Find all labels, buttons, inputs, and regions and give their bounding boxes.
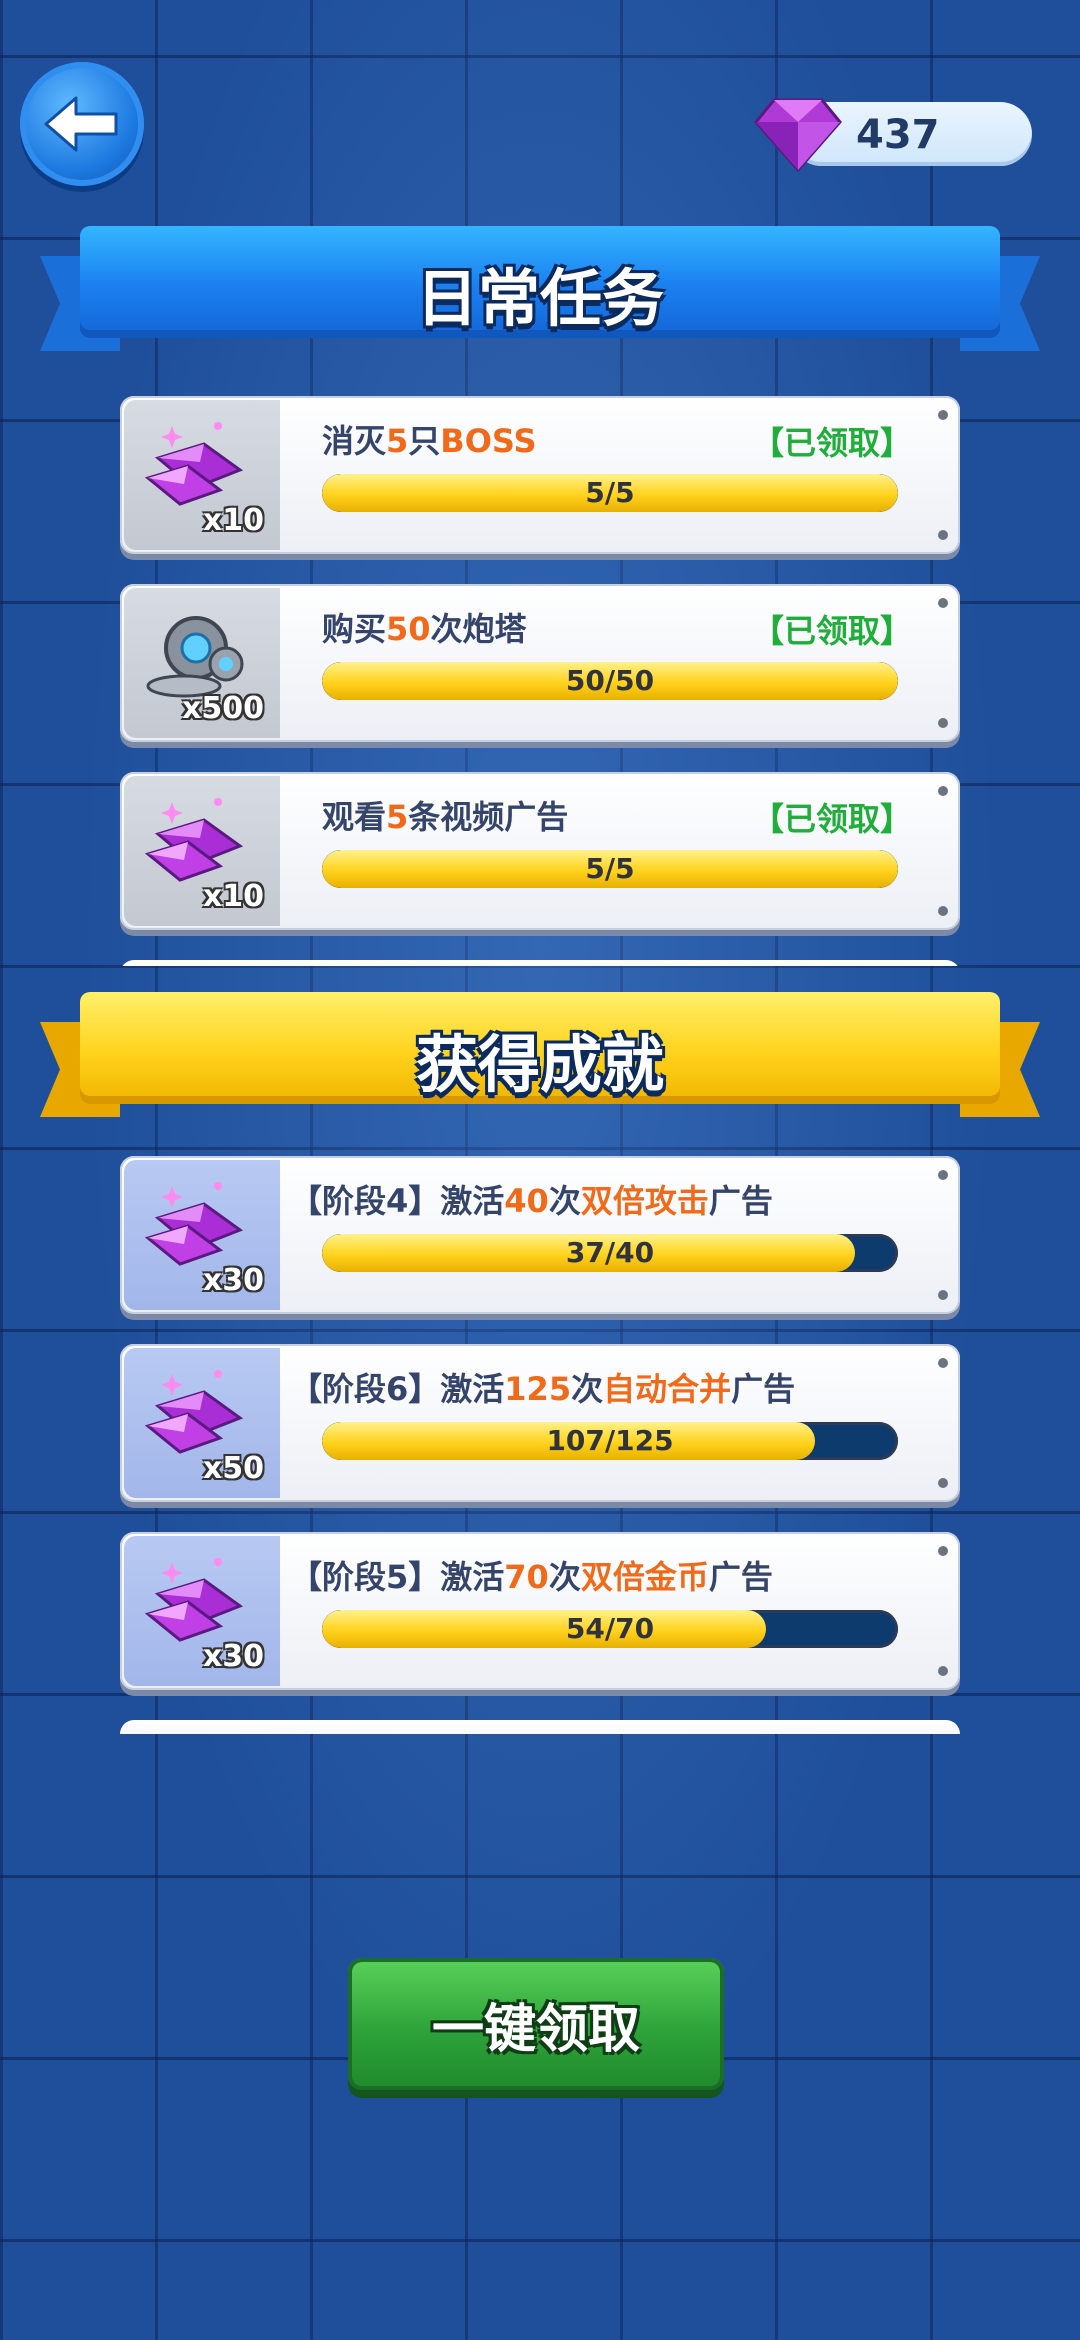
progress-text: 54/70 xyxy=(565,1612,655,1645)
reward-box: x10 xyxy=(124,400,280,550)
reward-quantity: x10 xyxy=(202,879,264,914)
progress-bar: 5/5 xyxy=(322,474,898,512)
label-highlight: BOSS xyxy=(440,422,537,460)
achievement-card[interactable]: x30 【阶段5】激活70次双倍金币广告 54/70 xyxy=(120,1532,960,1690)
label-text: 广告 xyxy=(708,1558,773,1596)
reward-box: x30 xyxy=(124,1536,280,1686)
label-text: 只 xyxy=(408,422,441,460)
label-text: 消灭 xyxy=(322,422,387,460)
progress-text: 50/50 xyxy=(565,664,655,697)
task-label: 【阶段5】激活70次双倍金币广告 xyxy=(290,1552,773,1598)
label-highlight: 70 xyxy=(504,1558,549,1596)
achievement-card[interactable]: x50 【阶段6】激活125次自动合并广告 107/125 xyxy=(120,1344,960,1502)
progress-text: 5/5 xyxy=(585,476,635,509)
label-highlight: 5 xyxy=(386,422,409,460)
label-text: 条视频广告 xyxy=(408,798,569,836)
label-text: 广告 xyxy=(708,1182,773,1220)
task-label: 【阶段4】激活40次双倍攻击广告 xyxy=(290,1176,773,1222)
gem-icon xyxy=(754,98,842,172)
label-highlight: 双倍攻击 xyxy=(580,1182,709,1220)
claimed-status: 【已领取】 xyxy=(751,424,912,462)
reward-box: x10 xyxy=(124,776,280,926)
progress-text: 37/40 xyxy=(565,1236,655,1269)
reward-quantity: x50 xyxy=(202,1451,264,1486)
label-highlight: 5 xyxy=(386,798,409,836)
reward-box: x50 xyxy=(124,1348,280,1498)
reward-box: x30 xyxy=(124,1160,280,1310)
achievements-banner: 获得成就 xyxy=(40,992,1040,1117)
gem-count: 437 xyxy=(856,112,940,158)
daily-tasks-banner: 日常任务 xyxy=(40,226,1040,351)
label-highlight: 40 xyxy=(504,1182,549,1220)
claimed-status: 【已领取】 xyxy=(751,800,912,838)
reward-quantity: x10 xyxy=(202,503,264,538)
task-card[interactable]: x10 消灭5只BOSS 【已领取】 5/5 xyxy=(120,396,960,554)
task-label: 消灭5只BOSS xyxy=(322,416,537,462)
progress-text: 5/5 xyxy=(585,852,635,885)
task-card[interactable]: x500 购买50次炮塔 【已领取】 50/50 xyxy=(120,584,960,742)
reward-quantity: x30 xyxy=(202,1263,264,1298)
task-label: 【阶段6】激活125次自动合并广告 xyxy=(290,1364,795,1410)
label-text: 次 xyxy=(548,1558,581,1596)
list-item-partial xyxy=(120,960,960,966)
claimed-status: 【已领取】 xyxy=(751,612,912,650)
label-text: 次 xyxy=(548,1182,581,1220)
gem-counter: 437 xyxy=(754,98,1032,172)
progress-bar: 5/5 xyxy=(322,850,898,888)
label-highlight: 50 xyxy=(386,610,431,648)
label-text: 【阶段6】激活 xyxy=(290,1370,505,1408)
label-highlight: 双倍金币 xyxy=(580,1558,709,1596)
reward-quantity: x500 xyxy=(182,691,264,726)
back-arrow-icon xyxy=(44,96,118,152)
task-card[interactable]: x10 观看5条视频广告 【已领取】 5/5 xyxy=(120,772,960,930)
progress-bar: 107/125 xyxy=(322,1422,898,1460)
claim-all-label: 一键领取 xyxy=(431,1999,640,2060)
reward-box: x500 xyxy=(124,588,280,738)
label-highlight: 125 xyxy=(504,1370,572,1408)
label-text: 次 xyxy=(571,1370,604,1408)
achievement-card[interactable]: x30 【阶段4】激活40次双倍攻击广告 37/40 xyxy=(120,1156,960,1314)
label-text: 【阶段4】激活 xyxy=(290,1182,505,1220)
label-text: 观看 xyxy=(322,798,387,836)
list-item-partial xyxy=(120,1720,960,1734)
task-label: 购买50次炮塔 xyxy=(322,604,527,650)
label-highlight: 自动合并 xyxy=(603,1370,732,1408)
label-text: 【阶段5】激活 xyxy=(290,1558,505,1596)
label-text: 购买 xyxy=(322,610,387,648)
progress-bar: 54/70 xyxy=(322,1610,898,1648)
achievement-list[interactable]: x30 【阶段4】激活40次双倍攻击广告 37/40 x50 【阶段6】激活125次自动… xyxy=(120,1156,962,1734)
progress-bar: 37/40 xyxy=(322,1234,898,1272)
achievements-title: 获得成就 xyxy=(415,1028,664,1101)
claim-all-button[interactable]: 一键领取 xyxy=(348,1958,724,2090)
progress-text: 107/125 xyxy=(546,1424,674,1457)
back-button[interactable] xyxy=(20,62,144,186)
daily-task-list[interactable]: x10 消灭5只BOSS 【已领取】 5/5 x500 购买50次炮塔 【已领取】 50/50… xyxy=(120,396,962,966)
label-text: 次炮塔 xyxy=(430,610,527,648)
progress-bar: 50/50 xyxy=(322,662,898,700)
daily-tasks-title: 日常任务 xyxy=(415,262,664,335)
label-text: 广告 xyxy=(731,1370,796,1408)
reward-quantity: x30 xyxy=(202,1639,264,1674)
task-label: 观看5条视频广告 xyxy=(322,792,568,838)
